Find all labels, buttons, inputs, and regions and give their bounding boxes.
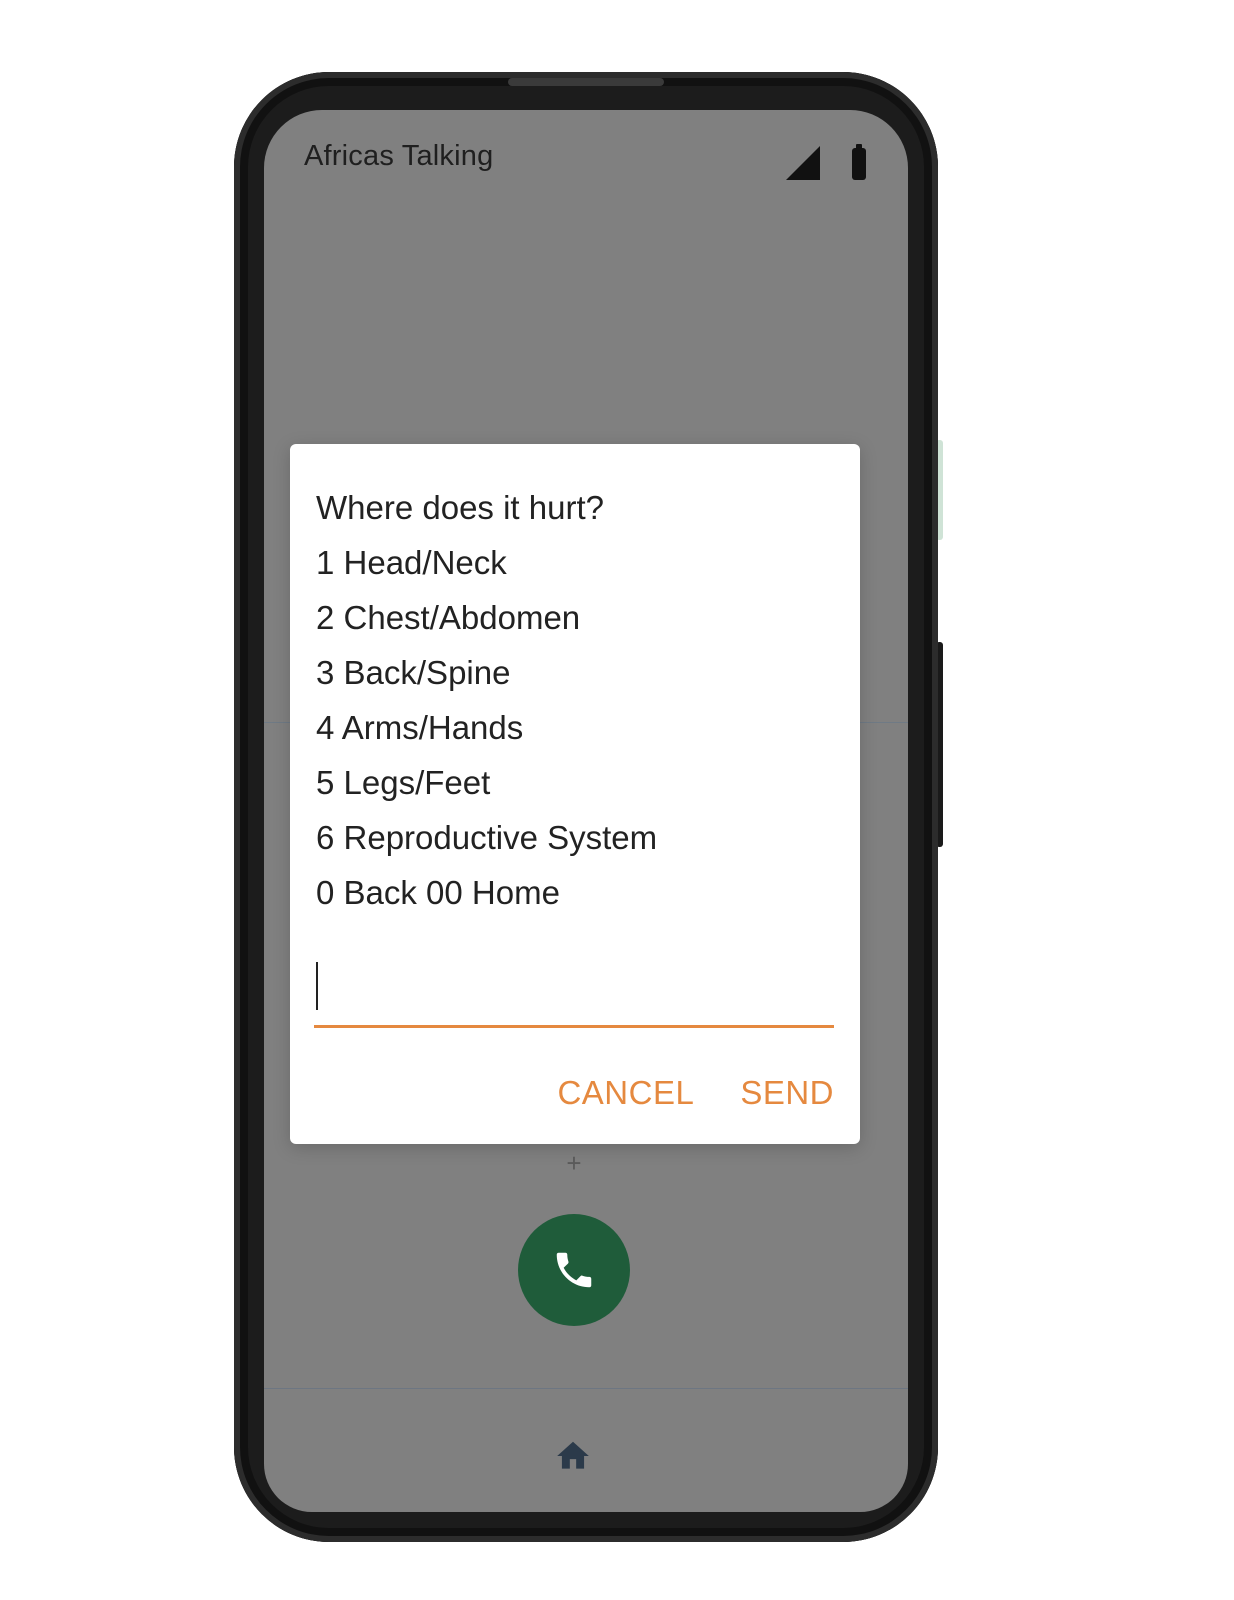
text-caret [316,962,318,1010]
menu-option: 0 Back 00 Home [316,874,560,911]
menu-option: 2 Chest/Abdomen [316,599,581,636]
menu-option: 4 Arms/Hands [316,709,524,746]
battery-icon [852,144,866,180]
home-icon[interactable] [554,1437,592,1475]
earpiece-speaker [508,78,664,86]
bottom-nav-bar [264,1388,908,1512]
menu-option: 5 Legs/Feet [316,764,491,801]
ussd-menu-message: Where does it hurt? 1 Head/Neck 2 Chest/… [316,480,836,920]
phone-icon [556,1252,592,1288]
plus-icon: + [566,1148,582,1178]
call-button[interactable] [518,1214,630,1326]
cell-signal-icon [786,146,820,180]
menu-option: 6 Reproductive System [316,819,658,856]
cancel-button[interactable]: CANCEL [557,1074,694,1112]
dialog-actions: CANCEL SEND [557,1074,834,1112]
ussd-response-input[interactable] [314,956,834,1028]
device-frame-stage: Africas Talking + Where does it hurt? 1 … [0,0,1234,1600]
menu-prompt: Where does it hurt? [316,489,604,526]
ussd-dialog: Where does it hurt? 1 Head/Neck 2 Chest/… [290,444,860,1144]
app-title: Africas Talking [304,140,494,172]
status-bar: Africas Talking [264,110,908,210]
menu-option: 3 Back/Spine [316,654,511,691]
menu-option: 1 Head/Neck [316,544,507,581]
send-button[interactable]: SEND [740,1074,834,1112]
